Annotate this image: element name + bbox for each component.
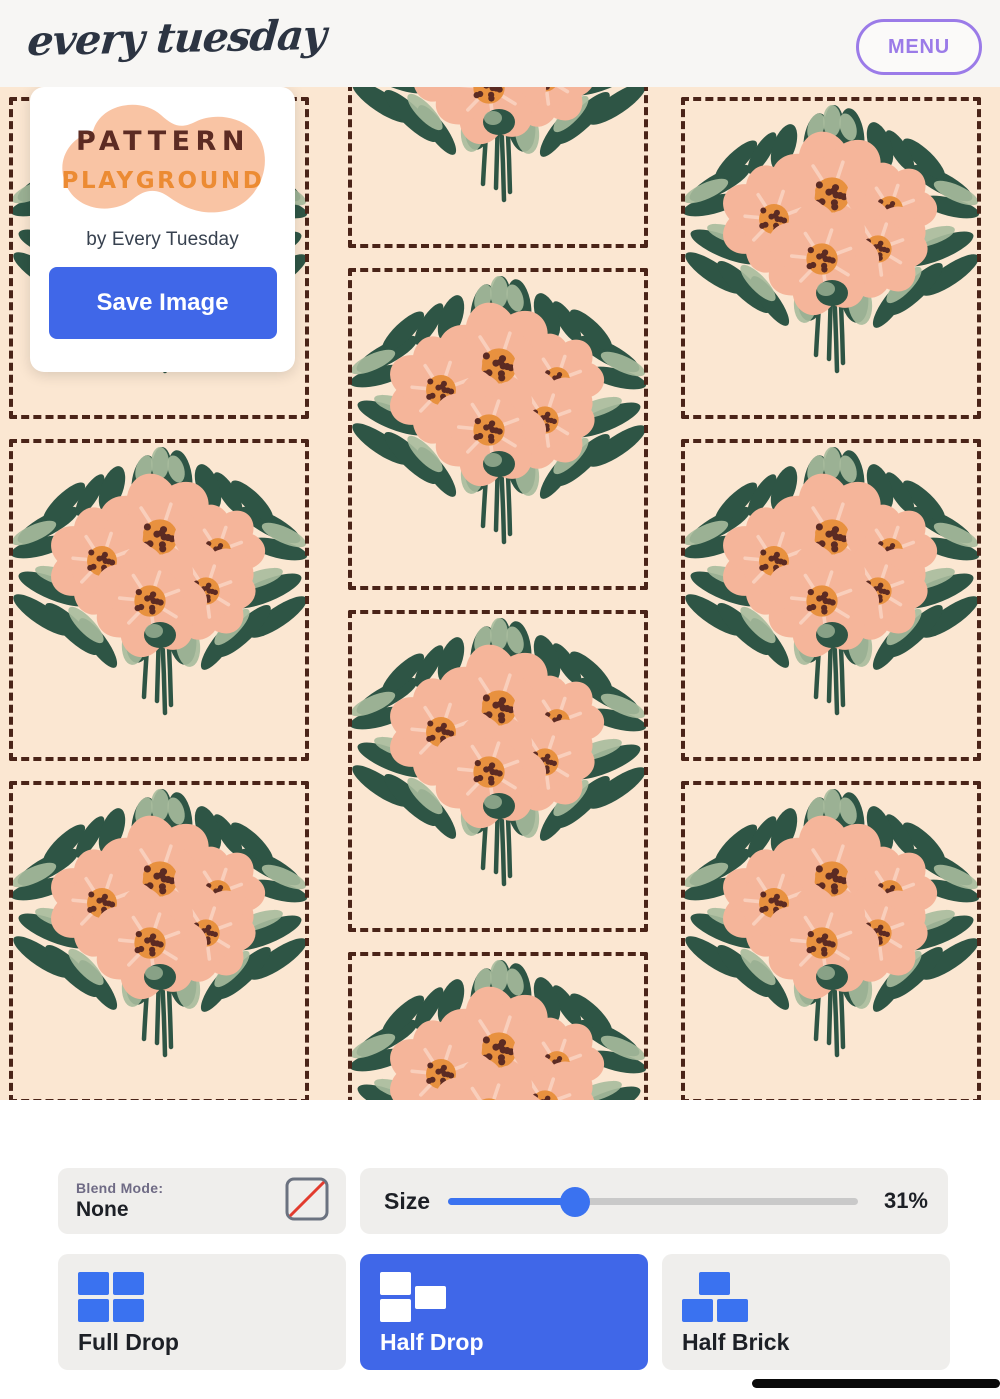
tile-stitch-border xyxy=(681,97,981,419)
pattern-tile xyxy=(666,771,996,1100)
pattern-tile xyxy=(333,600,663,942)
layout-button-half-drop[interactable]: Half Drop xyxy=(360,1254,648,1370)
size-slider[interactable] xyxy=(448,1187,858,1217)
pattern-tile xyxy=(666,87,996,429)
pattern-tile xyxy=(333,87,663,258)
layout-button-full-drop[interactable]: Full Drop xyxy=(58,1254,346,1370)
tile-stitch-border xyxy=(348,952,648,1100)
brand-logo[interactable]: every tuesday xyxy=(26,11,328,65)
pattern-column xyxy=(333,87,663,1100)
site-header: every tuesday MENU xyxy=(0,0,1000,87)
tile-stitch-border xyxy=(348,268,648,590)
save-card: PATTERN PLAYGROUND by Every Tuesday Save… xyxy=(30,87,295,372)
tile-stitch-border xyxy=(681,439,981,761)
pattern-tile xyxy=(0,771,324,1100)
blend-mode-text: Blend Mode: None xyxy=(76,1180,163,1222)
pattern-tile xyxy=(333,942,663,1100)
tile-stitch-border xyxy=(348,87,648,248)
controls-row-primary: Blend Mode: None Size 31% xyxy=(58,1168,948,1234)
slider-thumb[interactable] xyxy=(560,1187,591,1217)
menu-button[interactable]: MENU xyxy=(856,19,982,75)
no-blend-slash-icon[interactable] xyxy=(284,1176,330,1227)
pattern-column xyxy=(666,87,996,1100)
home-indicator[interactable] xyxy=(752,1379,1000,1388)
layout-label: Half Brick xyxy=(682,1329,790,1355)
size-control: Size 31% xyxy=(360,1168,948,1234)
pattern-tile xyxy=(666,429,996,771)
size-value: 31% xyxy=(883,1188,928,1213)
pattern-tile xyxy=(0,429,324,771)
card-byline: by Every Tuesday xyxy=(86,229,239,250)
save-image-button[interactable]: Save Image xyxy=(48,267,277,339)
blend-mode-value: None xyxy=(76,1197,129,1221)
full-drop-grid-icon xyxy=(78,1272,150,1324)
size-label: Size xyxy=(384,1187,431,1214)
pattern-tile xyxy=(333,258,663,600)
layout-label: Full Drop xyxy=(78,1329,179,1355)
layout-button-half-brick[interactable]: Half Brick xyxy=(662,1254,950,1370)
half-drop-grid-icon xyxy=(380,1272,452,1324)
logo-line-1: PATTERN xyxy=(76,126,250,157)
half-brick-grid-icon xyxy=(682,1272,754,1324)
blend-mode-selector[interactable]: Blend Mode: None xyxy=(58,1168,346,1234)
controls-row-layouts: Full Drop Half Drop Half Brick xyxy=(58,1254,950,1370)
tile-stitch-border xyxy=(681,781,981,1100)
pattern-playground-app: every tuesday MENU PATTERN PLAYGROUND by… xyxy=(0,0,1000,1399)
tile-stitch-border xyxy=(348,610,648,932)
tile-stitch-border xyxy=(9,781,309,1100)
pattern-playground-logo: PATTERN PLAYGROUND xyxy=(49,95,277,225)
tile-stitch-border xyxy=(9,439,309,761)
blend-mode-label: Blend Mode: xyxy=(76,1180,164,1197)
layout-label: Half Drop xyxy=(380,1329,484,1355)
slider-track-fill xyxy=(448,1198,576,1205)
logo-line-2: PLAYGROUND xyxy=(61,168,264,194)
controls-panel: Blend Mode: None Size 31% Full Drop Half… xyxy=(0,1100,1000,1399)
